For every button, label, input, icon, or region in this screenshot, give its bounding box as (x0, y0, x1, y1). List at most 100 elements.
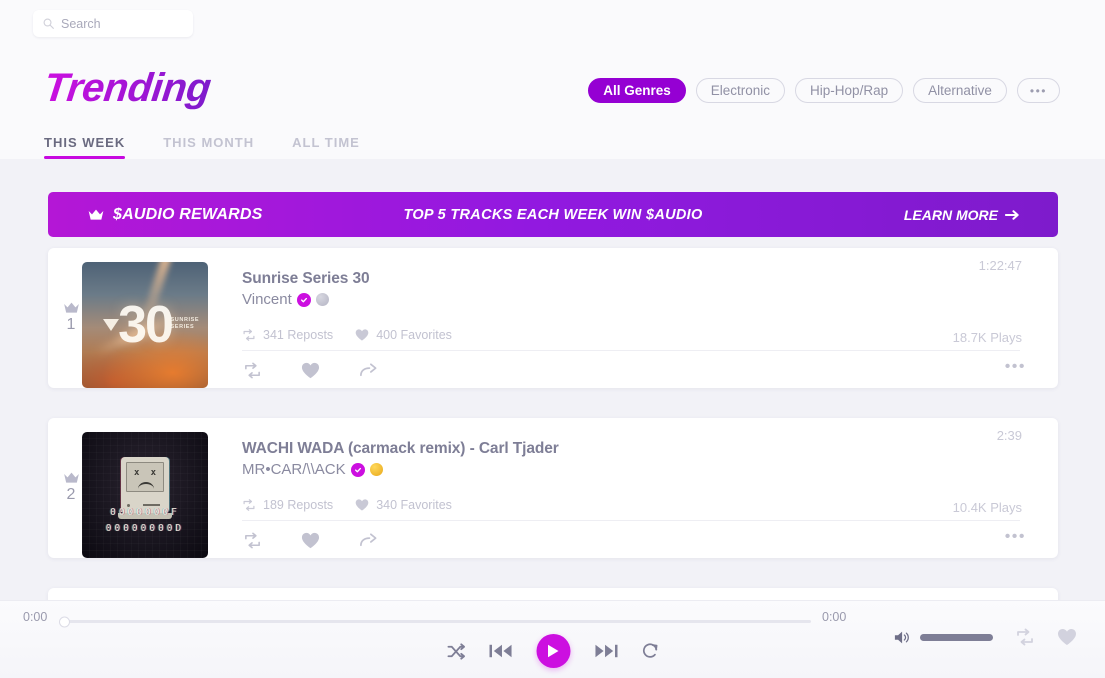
top-bar (0, 0, 1105, 48)
track-info: Sunrise Series 30 Vincent (242, 270, 1020, 308)
track-stats: 341 Reposts 400 Favorites (242, 328, 452, 342)
track-title[interactable]: Sunrise Series 30 (242, 270, 1020, 288)
verified-badge-icon (296, 292, 311, 307)
learn-more-label: LEARN MORE (903, 206, 998, 223)
crown-icon (63, 302, 79, 313)
track-duration: 2:39 (996, 428, 1022, 443)
track-plays: 10.4K Plays (952, 500, 1022, 515)
page-title: Trending (41, 66, 214, 110)
artwork-eye-right: x (150, 468, 156, 479)
player-bar: 0:00 0:00 (0, 600, 1105, 678)
track-more-options-button[interactable]: ••• (1005, 529, 1026, 545)
track-actions (242, 530, 378, 550)
artwork-frown (138, 482, 154, 489)
crown-icon (88, 209, 104, 220)
tier-badge-gold-icon (369, 463, 383, 476)
rank-number: 1 (66, 316, 76, 333)
track-row[interactable]: 1 30 SUNRISE SERIES Sunrise Series 30 Vin… (48, 248, 1058, 388)
repost-count-label: 189 Reposts (263, 498, 334, 512)
volume-icon[interactable] (894, 630, 912, 645)
heart-icon (1058, 629, 1076, 645)
audio-rewards-banner[interactable]: $AUDIO REWARDS TOP 5 TRACKS EACH WEEK WI… (48, 192, 1058, 237)
rank-number: 2 (66, 486, 76, 503)
artist-row: Vincent (242, 291, 1020, 308)
player-elapsed-time: 0:00 (23, 610, 48, 624)
rewards-title: $AUDIO REWARDS (113, 205, 263, 223)
artwork-sunrise-image: 30 SUNRISE SERIES (82, 262, 208, 388)
next-track-button[interactable] (594, 643, 617, 659)
learn-more-button[interactable]: LEARN MORE (904, 207, 1020, 223)
player-favorite-button[interactable] (1057, 627, 1077, 647)
genre-more-button[interactable]: ••• (1016, 78, 1060, 103)
genre-pill-electronic[interactable]: Electronic (695, 78, 786, 103)
track-info: WACHI WADA (carmack remix) - Carl Tjader… (242, 440, 1020, 478)
tab-this-month[interactable]: THIS MONTH (163, 135, 254, 159)
player-progress-handle[interactable] (59, 616, 70, 627)
artwork-computer-screen: x x (126, 462, 164, 493)
track-duration: 1:22:47 (978, 258, 1022, 273)
volume-control[interactable] (894, 630, 993, 645)
tab-all-time[interactable]: ALL TIME (292, 135, 360, 159)
shuffle-button[interactable] (446, 642, 465, 661)
divider (242, 350, 1020, 351)
artwork-eye-left: x (134, 468, 140, 479)
previous-track-button[interactable] (489, 643, 512, 659)
repost-count[interactable]: 341 Reposts (242, 328, 333, 342)
shuffle-icon (446, 642, 465, 660)
repost-icon (244, 532, 260, 548)
player-repost-button[interactable] (1015, 627, 1035, 647)
repeat-button[interactable] (641, 642, 659, 660)
search-box[interactable] (33, 10, 193, 37)
heart-icon (301, 532, 319, 548)
share-button[interactable] (358, 360, 378, 380)
genre-pill-all-genres[interactable]: All Genres (588, 78, 686, 103)
heart-icon (355, 329, 369, 341)
rewards-title-group: $AUDIO REWARDS (88, 206, 262, 224)
artwork-hex-code: 0000000F 00000000D (105, 506, 185, 534)
share-button[interactable] (358, 530, 378, 550)
player-controls (446, 634, 659, 668)
repost-button[interactable] (242, 360, 262, 380)
search-icon (43, 18, 54, 29)
heart-icon (301, 362, 319, 378)
repost-count[interactable]: 189 Reposts (242, 498, 333, 512)
main-content: $AUDIO REWARDS TOP 5 TRACKS EACH WEEK WI… (0, 159, 1105, 601)
player-total-time: 0:00 (822, 610, 847, 624)
repost-count-label: 341 Reposts (263, 328, 334, 342)
track-plays: 18.7K Plays (952, 330, 1022, 345)
search-input[interactable] (61, 16, 181, 31)
crown-icon (63, 472, 79, 483)
genre-pill-hip-hop-rap[interactable]: Hip-Hop/Rap (795, 78, 904, 103)
player-progress-bar[interactable] (59, 616, 811, 627)
player-right-controls (894, 627, 1077, 647)
heart-icon (355, 499, 369, 511)
favorite-count-label: 400 Favorites (376, 328, 452, 342)
track-artwork[interactable]: x x 0000000F 00000000D (82, 432, 208, 558)
favorite-button[interactable] (300, 530, 320, 550)
genre-pill-alternative[interactable]: Alternative (913, 78, 1007, 103)
track-row[interactable]: 2 x x 0000000F 00000000D WACHI WADA (car… (48, 418, 1058, 558)
divider (242, 520, 1020, 521)
repeat-icon (642, 643, 657, 658)
artist-row: MR•CAR/\\ACK (242, 461, 1020, 478)
artwork-series-label: SUNRISE SERIES (170, 316, 200, 330)
track-more-options-button[interactable]: ••• (1005, 359, 1026, 375)
volume-slider[interactable] (920, 633, 993, 641)
previous-track-icon (489, 644, 512, 658)
track-title[interactable]: WACHI WADA (carmack remix) - Carl Tjader (242, 440, 1020, 458)
repost-button[interactable] (242, 530, 262, 550)
share-icon (359, 362, 376, 376)
share-icon (359, 532, 376, 546)
favorite-button[interactable] (300, 360, 320, 380)
artist-name[interactable]: MR•CAR/\\ACK (242, 461, 346, 478)
favorite-count[interactable]: 400 Favorites (355, 328, 452, 342)
tab-this-week[interactable]: THIS WEEK (44, 135, 126, 159)
track-artwork[interactable]: 30 SUNRISE SERIES (82, 262, 208, 388)
track-actions (242, 360, 378, 380)
verified-badge-icon (350, 462, 365, 477)
artist-name[interactable]: Vincent (242, 291, 292, 308)
favorite-count[interactable]: 340 Favorites (355, 498, 452, 512)
time-range-tabs: THIS WEEK THIS MONTH ALL TIME (44, 135, 398, 159)
play-button[interactable] (536, 634, 570, 668)
track-stats: 189 Reposts 340 Favorites (242, 498, 452, 512)
